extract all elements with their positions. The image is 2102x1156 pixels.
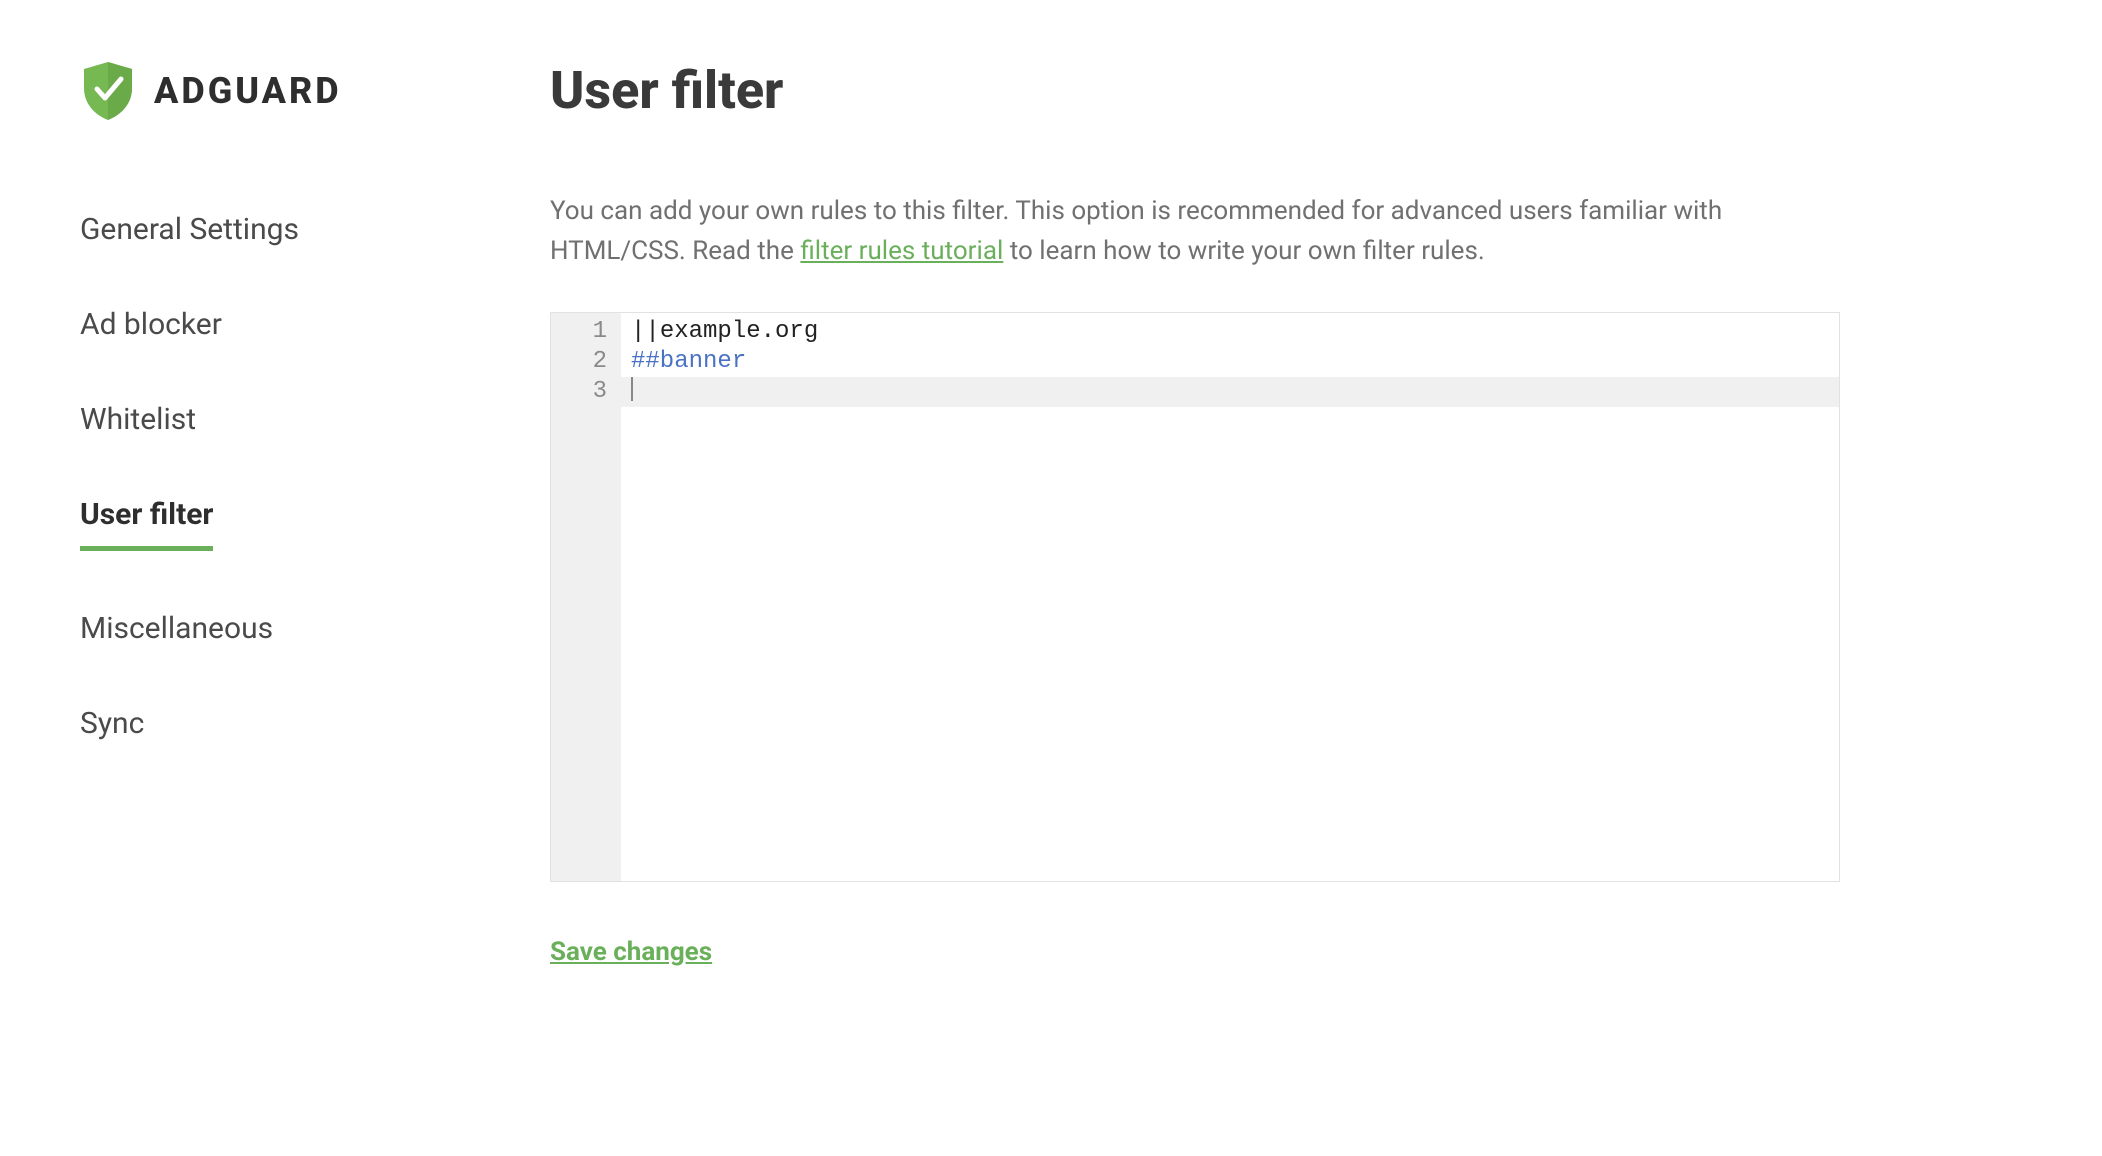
sidebar-item-sync[interactable]: Sync (80, 706, 144, 741)
page-title: User filter (550, 60, 1982, 121)
token-host: example.org (660, 318, 818, 345)
actions-row: Save changes (550, 937, 1982, 967)
code-line[interactable]: ##banner (631, 347, 1839, 377)
sidebar-item-whitelist[interactable]: Whitelist (80, 402, 196, 437)
filter-rules-tutorial-link[interactable]: filter rules tutorial (800, 236, 1003, 266)
sidebar: ADGUARD General Settings Ad blocker Whit… (80, 60, 550, 967)
user-filter-editor[interactable]: 1 2 3 ||example.org ##banner (550, 312, 1840, 882)
line-number: 2 (551, 347, 607, 377)
line-number: 3 (551, 377, 607, 407)
main-content: User filter You can add your own rules t… (550, 60, 2022, 967)
code-line-current[interactable] (621, 377, 1839, 407)
brand-name: ADGUARD (154, 70, 342, 112)
line-number: 1 (551, 317, 607, 347)
description-text-post: to learn how to write your own filter ru… (1003, 236, 1484, 266)
editor-code-area[interactable]: ||example.org ##banner (621, 313, 1839, 881)
save-changes-button[interactable]: Save changes (550, 937, 712, 967)
code-line[interactable]: ||example.org (631, 317, 1839, 347)
editor-gutter: 1 2 3 (551, 313, 621, 881)
sidebar-nav: General Settings Ad blocker Whitelist Us… (80, 212, 550, 741)
token-rule: ##banner (631, 348, 746, 375)
token-operator: || (631, 318, 660, 345)
page-description: You can add your own rules to this filte… (550, 191, 1840, 272)
sidebar-item-miscellaneous[interactable]: Miscellaneous (80, 611, 273, 646)
text-cursor-icon (631, 377, 633, 401)
shield-check-icon (80, 60, 136, 122)
sidebar-item-ad-blocker[interactable]: Ad blocker (80, 307, 222, 342)
sidebar-item-general-settings[interactable]: General Settings (80, 212, 299, 247)
brand: ADGUARD (80, 60, 550, 122)
sidebar-item-user-filter[interactable]: User filter (80, 497, 213, 551)
